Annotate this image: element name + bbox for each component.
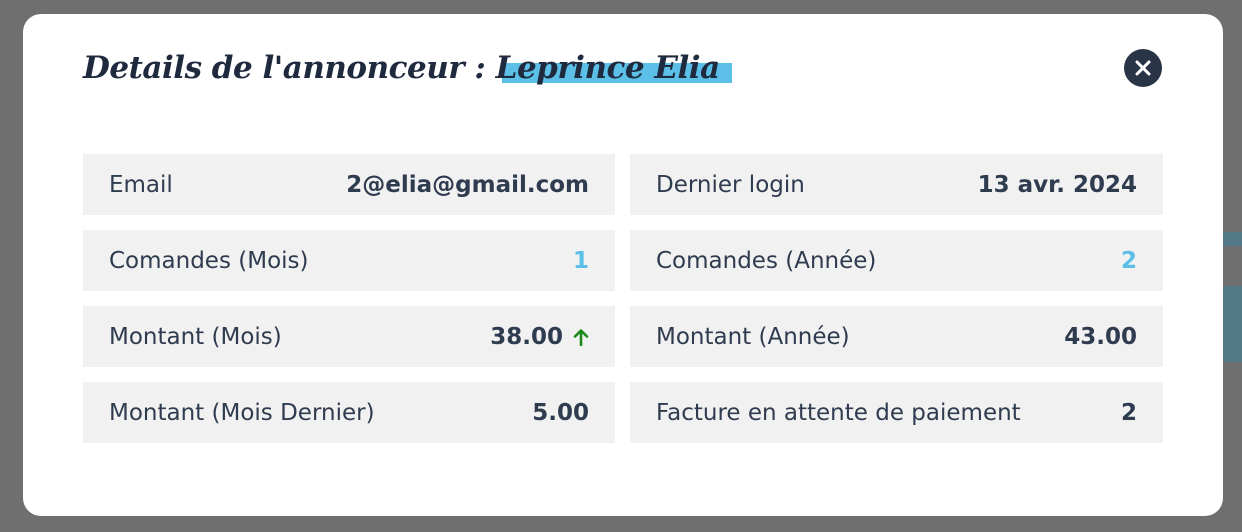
detail-label: Montant (Année) [656,323,850,350]
detail-label: Dernier login [656,171,805,198]
detail-last-login: Dernier login 13 avr. 2024 [630,154,1163,215]
detail-email: Email 2@elia@gmail.com [83,154,615,215]
detail-label: Comandes (Année) [656,247,877,274]
backdrop-element [1220,232,1242,246]
close-icon [1135,60,1151,76]
modal-title-prefix: Details de l'annonceur : [83,50,496,86]
detail-pending-invoices: Facture en attente de paiement 2 [630,382,1163,443]
detail-label: Montant (Mois Dernier) [109,399,375,426]
close-button[interactable] [1124,49,1162,87]
details-grid: Email 2@elia@gmail.com Dernier login 13 … [83,154,1163,443]
detail-value-group: 38.00 [490,324,589,350]
advertiser-details-modal: Details de l'annonceur : Leprince Elia E… [23,14,1223,516]
detail-orders-year: Comandes (Année) 2 [630,230,1163,291]
detail-label: Facture en attente de paiement [656,399,1021,426]
detail-label: Email [109,171,173,198]
modal-title: Details de l'annonceur : Leprince Elia [83,50,732,86]
detail-label: Montant (Mois) [109,323,282,350]
arrow-up-icon [573,328,589,346]
detail-label: Comandes (Mois) [109,247,309,274]
detail-value: 5.00 [532,399,589,426]
detail-value: 43.00 [1064,323,1137,350]
detail-value-link[interactable]: 2 [1121,248,1137,274]
detail-amount-last-month: Montant (Mois Dernier) 5.00 [83,382,615,443]
detail-orders-month: Comandes (Mois) 1 [83,230,615,291]
detail-value-link[interactable]: 1 [573,248,589,274]
detail-value: 38.00 [490,323,563,350]
detail-value: 2 [1120,399,1137,426]
detail-amount-month: Montant (Mois) 38.00 [83,306,615,367]
backdrop-element [1220,286,1242,362]
detail-amount-year: Montant (Année) 43.00 [630,306,1163,367]
detail-value: 13 avr. 2024 [977,171,1137,198]
detail-value: 2@elia@gmail.com [346,171,589,198]
advertiser-name: Leprince Elia [495,50,732,86]
